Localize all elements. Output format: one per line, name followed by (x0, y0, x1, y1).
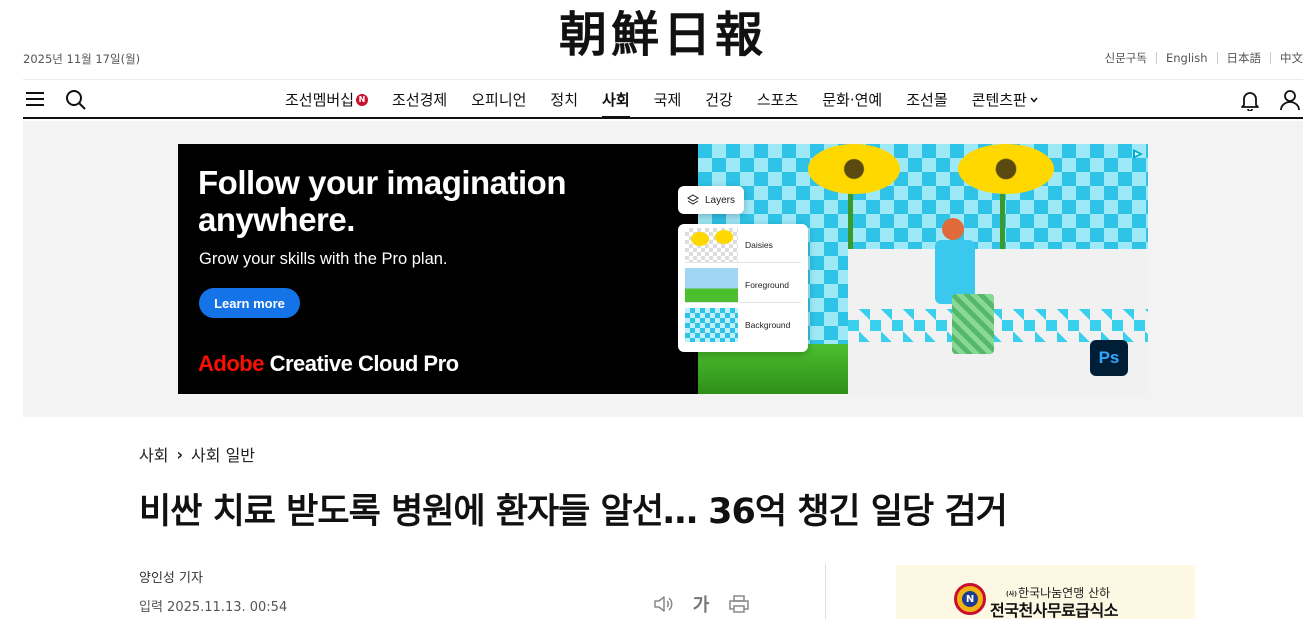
layer-row: Daisies (685, 227, 801, 263)
person-figure (952, 294, 994, 354)
layer-thumbnail (685, 308, 738, 342)
flower-stem (1000, 184, 1005, 254)
today-date: 2025년 11월 17일(월) (23, 52, 141, 66)
nav-item-international[interactable]: 국제 (654, 81, 682, 119)
chevron-right-icon: › (176, 444, 184, 464)
breadcrumb: 사회 › 사회 일반 (139, 442, 255, 466)
divider (1270, 52, 1271, 64)
subscribe-link[interactable]: 신문구독 (1105, 50, 1147, 66)
ad-subtext: Grow your skills with the Pro plan. (199, 250, 448, 268)
divider (1216, 52, 1218, 64)
person-figure (942, 218, 964, 240)
global-nav: 조선멤버십 N 조선경제 오피니언 정치 사회 국제 건강 스포츠 문화·연예 조… (23, 81, 1303, 119)
breadcrumb-subsection[interactable]: 사회 일반 (191, 442, 255, 466)
layers-icon (687, 194, 699, 205)
column-divider (825, 564, 826, 619)
ad-headline: Follow your imagination anywhere. (198, 164, 567, 238)
speaker-icon[interactable] (650, 591, 676, 617)
user-icon[interactable] (1279, 89, 1301, 111)
banner-title: 전국천사무료급식소 (990, 601, 1118, 619)
new-badge: N (356, 94, 369, 106)
author-byline[interactable]: 양인성 기자 (139, 567, 203, 586)
layers-tab: Layers (678, 186, 744, 214)
chinese-link[interactable]: 中文 (1280, 50, 1303, 66)
print-icon[interactable] (726, 591, 752, 617)
site-logo[interactable]: 朝鮮日報 (559, 6, 767, 64)
article-title: 비싼 치료 받도록 병원에 환자들 알선… 36억 챙긴 일당 검거 (139, 492, 1008, 532)
nav-item-politics[interactable]: 정치 (550, 81, 578, 119)
layers-panel: Daisies Foreground Background (678, 224, 808, 352)
breadcrumb-section[interactable]: 사회 (139, 442, 168, 466)
layer-label: Background (745, 320, 791, 330)
org-emblem-icon: N (954, 583, 986, 615)
nav-item-society[interactable]: 사회 (602, 81, 630, 119)
nav-item-culture[interactable]: 문화·연예 (822, 81, 882, 119)
layer-thumbnail (685, 267, 738, 302)
nav-item-opinion[interactable]: 오피니언 (471, 81, 526, 119)
nav-item-economy[interactable]: 조선경제 (392, 81, 447, 119)
chevron-down-icon (1030, 97, 1038, 103)
nav-item-sports[interactable]: 스포츠 (757, 81, 798, 119)
article-tools: 가 (650, 591, 764, 617)
photoshop-icon: Ps (1090, 340, 1128, 376)
learn-more-button[interactable]: Learn more (199, 288, 300, 318)
masthead: 2025년 11월 17일(월) 朝鮮日報 신문구독 English 日本語 中… (23, 0, 1303, 80)
nav-item-contents[interactable]: 콘텐츠판 (972, 81, 1039, 119)
search-icon[interactable] (65, 89, 87, 111)
divider (1155, 52, 1157, 64)
nav-item-health[interactable]: 건강 (705, 81, 733, 119)
bell-icon[interactable] (1239, 89, 1261, 112)
layer-label: Daisies (745, 239, 773, 250)
nav-item-mall[interactable]: 조선몰 (906, 81, 947, 119)
daisy-flower (958, 144, 1054, 194)
font-size-button[interactable]: 가 (688, 591, 714, 617)
layer-thumbnail (685, 227, 738, 262)
english-link[interactable]: English (1166, 51, 1208, 65)
ad-zone: Follow your imagination anywhere. Grow y… (23, 121, 1303, 417)
ad-brand: Adobe Creative Cloud Pro (198, 351, 459, 376)
side-banner-ad[interactable]: N (사)한국나눔연맹 산하 전국천사무료급식소 (896, 565, 1195, 619)
published-date: 입력 2025.11.13. 00:54 (139, 600, 288, 615)
layer-label: Foreground (745, 279, 789, 290)
utility-links: 신문구독 English 日本語 中文 (1105, 50, 1303, 66)
adchoices-icon[interactable] (1130, 146, 1146, 160)
display-ad[interactable]: Follow your imagination anywhere. Grow y… (178, 144, 1148, 394)
layer-row: Background (685, 307, 801, 343)
nav-item-membership[interactable]: 조선멤버십 N (285, 81, 369, 119)
japanese-link[interactable]: 日本語 (1227, 50, 1262, 66)
layer-row: Foreground (685, 267, 801, 303)
section-menu: 조선멤버십 N 조선경제 오피니언 정치 사회 국제 건강 스포츠 문화·연예 조… (285, 81, 1063, 119)
daisy-flower (808, 144, 900, 194)
menu-icon[interactable] (26, 90, 44, 108)
